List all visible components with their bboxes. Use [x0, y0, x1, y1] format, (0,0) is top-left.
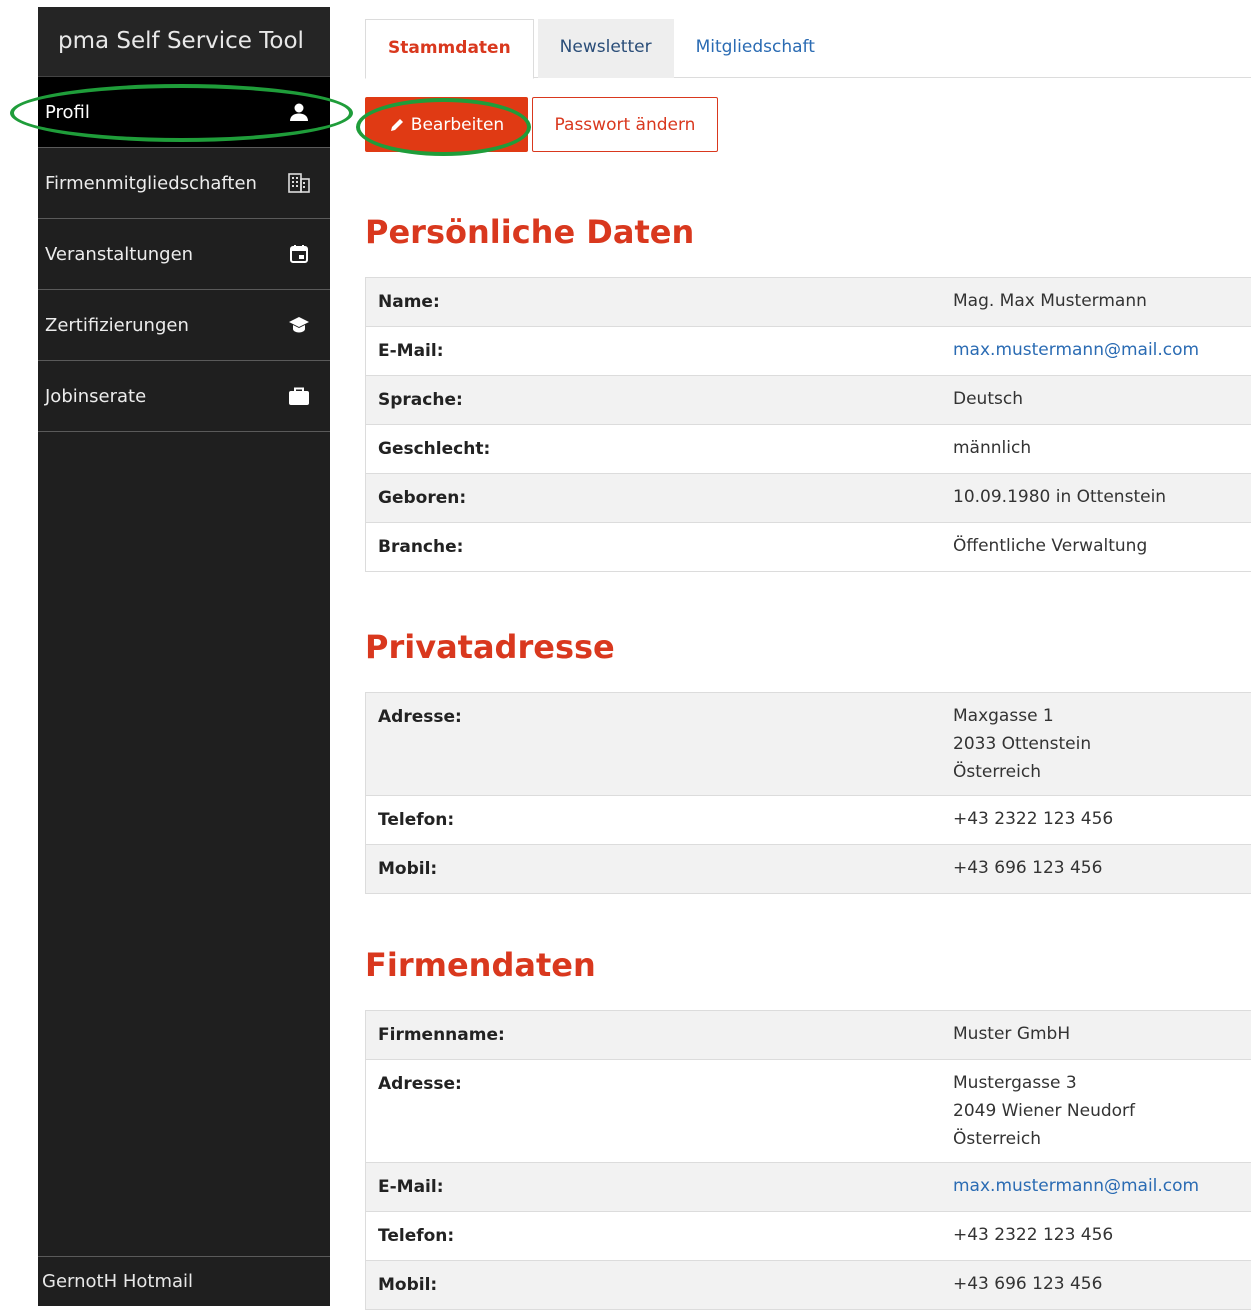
change-password-button[interactable]: Passwort ändern [532, 97, 718, 152]
row-value: Öffentliche Verwaltung [953, 536, 1148, 556]
address-line: 2033 Ottenstein [953, 734, 1092, 754]
table-row: Geboren: 10.09.1980 in Ottenstein [366, 473, 1251, 522]
section-title-company: Firmendaten [365, 946, 596, 984]
pencil-icon [389, 117, 405, 133]
table-row: Sprache: Deutsch [366, 375, 1251, 424]
row-value: +43 696 123 456 [953, 858, 1103, 878]
edit-button[interactable]: Bearbeiten [365, 97, 528, 152]
graduation-cap-icon [288, 314, 310, 336]
table-row: Geschlecht: männlich [366, 424, 1251, 473]
company-data-table: Firmenname: Muster GmbH Adresse: Musterg… [365, 1010, 1251, 1310]
row-label: Mobil: [378, 859, 438, 879]
section-title-personal: Persönliche Daten [365, 213, 695, 251]
private-address-table: Adresse: Maxgasse 1 2033 Ottenstein Öste… [365, 692, 1251, 894]
sidebar-item-zertifizierungen[interactable]: Zertifizierungen [38, 290, 330, 361]
sidebar: pma Self Service Tool Profil Firmenmitgl… [38, 7, 330, 1306]
tab-stammdaten[interactable]: Stammdaten [365, 19, 534, 79]
table-row: Telefon: +43 2322 123 456 [366, 1211, 1251, 1260]
sidebar-item-veranstaltungen[interactable]: Veranstaltungen [38, 219, 330, 290]
section-title-private: Privatadresse [365, 628, 615, 666]
sidebar-item-profil[interactable]: Profil [38, 77, 330, 148]
app-title: pma Self Service Tool [38, 7, 330, 77]
row-label: Mobil: [378, 1275, 438, 1295]
sidebar-item-label: Profil [45, 101, 90, 123]
row-label: Telefon: [378, 1226, 455, 1246]
address-line: Maxgasse 1 [953, 706, 1054, 726]
tab-bar: Stammdaten Newsletter Mitgliedschaft [365, 19, 1251, 79]
address-value: Mustergasse 3 2049 Wiener Neudorf Österr… [941, 1055, 1251, 1167]
table-row: E-Mail: max.mustermann@mail.com [366, 326, 1251, 375]
sidebar-item-label: Veranstaltungen [45, 243, 194, 265]
table-row: E-Mail: max.mustermann@mail.com [366, 1162, 1251, 1211]
table-row: Name: Mag. Max Mustermann [366, 278, 1251, 326]
tab-mitgliedschaft[interactable]: Mitgliedschaft [674, 19, 837, 78]
table-row: Mobil: +43 696 123 456 [366, 844, 1251, 893]
table-row: Branche: Öffentliche Verwaltung [366, 522, 1251, 571]
row-value: +43 696 123 456 [953, 1274, 1103, 1294]
row-label: Firmenname: [378, 1025, 505, 1045]
table-row: Adresse: Maxgasse 1 2033 Ottenstein Öste… [366, 693, 1251, 795]
tab-newsletter[interactable]: Newsletter [537, 19, 674, 78]
address-value: Maxgasse 1 2033 Ottenstein Österreich [941, 688, 1251, 800]
table-row: Telefon: +43 2322 123 456 [366, 795, 1251, 844]
sidebar-item-label: Zertifizierungen [45, 314, 189, 336]
calendar-icon [288, 243, 310, 265]
table-row: Firmenname: Muster GmbH [366, 1011, 1251, 1059]
person-icon [288, 101, 310, 123]
row-label: Branche: [378, 537, 464, 557]
row-label: E-Mail: [378, 341, 444, 361]
row-label: Name: [378, 292, 440, 312]
address-line: Mustergasse 3 [953, 1073, 1077, 1093]
row-label: Sprache: [378, 390, 463, 410]
address-line: 2049 Wiener Neudorf [953, 1101, 1136, 1121]
row-label: E-Mail: [378, 1177, 444, 1197]
building-icon [288, 172, 310, 194]
row-label: Telefon: [378, 810, 455, 830]
address-line: Österreich [953, 1129, 1041, 1149]
sidebar-item-firmenmitgliedschaften[interactable]: Firmenmitgliedschaften [38, 148, 330, 219]
row-label: Adresse: [378, 1074, 462, 1094]
edit-button-label: Bearbeiten [410, 114, 505, 135]
briefcase-icon [288, 385, 310, 407]
row-label: Geboren: [378, 488, 467, 508]
personal-data-table: Name: Mag. Max Mustermann E-Mail: max.mu… [365, 277, 1251, 572]
table-row: Adresse: Mustergasse 3 2049 Wiener Neudo… [366, 1059, 1251, 1162]
table-row: Mobil: +43 696 123 456 [366, 1260, 1251, 1309]
sidebar-item-jobinserate[interactable]: Jobinserate [38, 361, 330, 432]
row-label: Adresse: [378, 707, 462, 727]
sidebar-item-label: Firmenmitgliedschaften [45, 172, 257, 194]
user-name[interactable]: GernotH Hotmail [38, 1256, 330, 1306]
sidebar-item-label: Jobinserate [45, 385, 147, 407]
address-line: Österreich [953, 762, 1041, 782]
row-label: Geschlecht: [378, 439, 491, 459]
